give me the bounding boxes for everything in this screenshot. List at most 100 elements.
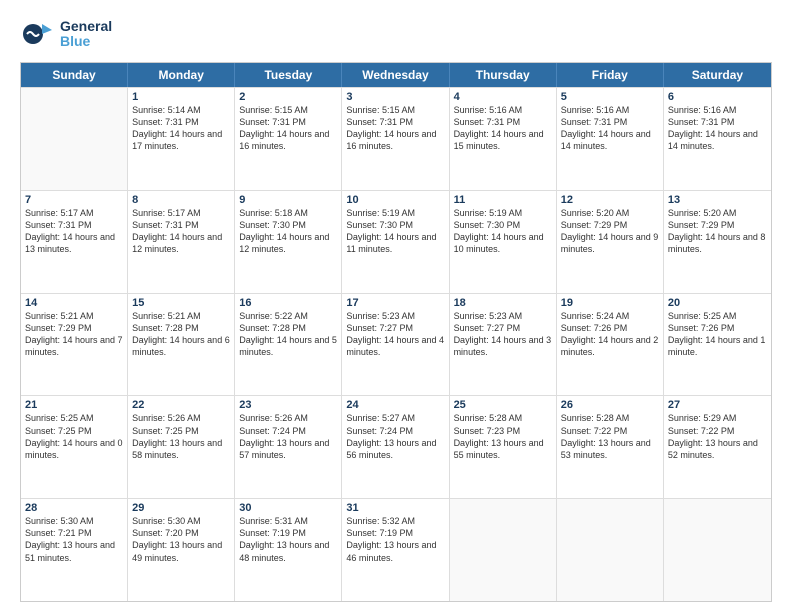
cal-cell: 23Sunrise: 5:26 AMSunset: 7:24 PMDayligh… — [235, 396, 342, 498]
cal-cell: 8Sunrise: 5:17 AMSunset: 7:31 PMDaylight… — [128, 191, 235, 293]
day-number: 23 — [239, 399, 337, 411]
cal-header-cell-friday: Friday — [557, 63, 664, 87]
day-number: 10 — [346, 194, 444, 206]
cal-cell: 6Sunrise: 5:16 AMSunset: 7:31 PMDaylight… — [664, 88, 771, 190]
header: GeneralBlue — [20, 16, 772, 52]
day-number: 2 — [239, 91, 337, 103]
cal-cell: 12Sunrise: 5:20 AMSunset: 7:29 PMDayligh… — [557, 191, 664, 293]
cal-week-4: 21Sunrise: 5:25 AMSunset: 7:25 PMDayligh… — [21, 395, 771, 498]
day-info: Sunrise: 5:16 AMSunset: 7:31 PMDaylight:… — [561, 104, 659, 153]
cal-cell: 5Sunrise: 5:16 AMSunset: 7:31 PMDaylight… — [557, 88, 664, 190]
day-number: 18 — [454, 297, 552, 309]
day-info: Sunrise: 5:20 AMSunset: 7:29 PMDaylight:… — [668, 207, 767, 256]
day-number: 24 — [346, 399, 444, 411]
day-number: 21 — [25, 399, 123, 411]
cal-cell: 28Sunrise: 5:30 AMSunset: 7:21 PMDayligh… — [21, 499, 128, 601]
cal-cell: 31Sunrise: 5:32 AMSunset: 7:19 PMDayligh… — [342, 499, 449, 601]
cal-cell — [21, 88, 128, 190]
calendar-header-row: SundayMondayTuesdayWednesdayThursdayFrid… — [21, 63, 771, 87]
cal-cell: 13Sunrise: 5:20 AMSunset: 7:29 PMDayligh… — [664, 191, 771, 293]
cal-cell: 17Sunrise: 5:23 AMSunset: 7:27 PMDayligh… — [342, 294, 449, 396]
day-info: Sunrise: 5:17 AMSunset: 7:31 PMDaylight:… — [25, 207, 123, 256]
cal-cell: 1Sunrise: 5:14 AMSunset: 7:31 PMDaylight… — [128, 88, 235, 190]
cal-cell: 7Sunrise: 5:17 AMSunset: 7:31 PMDaylight… — [21, 191, 128, 293]
cal-cell — [450, 499, 557, 601]
day-number: 17 — [346, 297, 444, 309]
day-number: 14 — [25, 297, 123, 309]
cal-cell: 18Sunrise: 5:23 AMSunset: 7:27 PMDayligh… — [450, 294, 557, 396]
cal-cell: 9Sunrise: 5:18 AMSunset: 7:30 PMDaylight… — [235, 191, 342, 293]
day-info: Sunrise: 5:26 AMSunset: 7:24 PMDaylight:… — [239, 412, 337, 461]
day-number: 25 — [454, 399, 552, 411]
day-info: Sunrise: 5:15 AMSunset: 7:31 PMDaylight:… — [346, 104, 444, 153]
day-number: 1 — [132, 91, 230, 103]
day-info: Sunrise: 5:23 AMSunset: 7:27 PMDaylight:… — [454, 310, 552, 359]
day-info: Sunrise: 5:29 AMSunset: 7:22 PMDaylight:… — [668, 412, 767, 461]
cal-header-cell-thursday: Thursday — [450, 63, 557, 87]
cal-cell: 19Sunrise: 5:24 AMSunset: 7:26 PMDayligh… — [557, 294, 664, 396]
logo-general: General — [60, 19, 112, 34]
cal-header-cell-monday: Monday — [128, 63, 235, 87]
day-info: Sunrise: 5:24 AMSunset: 7:26 PMDaylight:… — [561, 310, 659, 359]
cal-header-cell-saturday: Saturday — [664, 63, 771, 87]
cal-cell: 2Sunrise: 5:15 AMSunset: 7:31 PMDaylight… — [235, 88, 342, 190]
day-info: Sunrise: 5:19 AMSunset: 7:30 PMDaylight:… — [454, 207, 552, 256]
cal-cell — [664, 499, 771, 601]
day-number: 4 — [454, 91, 552, 103]
day-info: Sunrise: 5:17 AMSunset: 7:31 PMDaylight:… — [132, 207, 230, 256]
day-number: 12 — [561, 194, 659, 206]
day-number: 6 — [668, 91, 767, 103]
cal-week-3: 14Sunrise: 5:21 AMSunset: 7:29 PMDayligh… — [21, 293, 771, 396]
cal-cell: 15Sunrise: 5:21 AMSunset: 7:28 PMDayligh… — [128, 294, 235, 396]
day-info: Sunrise: 5:26 AMSunset: 7:25 PMDaylight:… — [132, 412, 230, 461]
day-info: Sunrise: 5:30 AMSunset: 7:20 PMDaylight:… — [132, 515, 230, 564]
cal-week-2: 7Sunrise: 5:17 AMSunset: 7:31 PMDaylight… — [21, 190, 771, 293]
day-info: Sunrise: 5:14 AMSunset: 7:31 PMDaylight:… — [132, 104, 230, 153]
cal-week-5: 28Sunrise: 5:30 AMSunset: 7:21 PMDayligh… — [21, 498, 771, 601]
day-number: 26 — [561, 399, 659, 411]
day-info: Sunrise: 5:25 AMSunset: 7:25 PMDaylight:… — [25, 412, 123, 461]
day-number: 3 — [346, 91, 444, 103]
cal-cell: 25Sunrise: 5:28 AMSunset: 7:23 PMDayligh… — [450, 396, 557, 498]
day-info: Sunrise: 5:20 AMSunset: 7:29 PMDaylight:… — [561, 207, 659, 256]
day-number: 16 — [239, 297, 337, 309]
day-info: Sunrise: 5:32 AMSunset: 7:19 PMDaylight:… — [346, 515, 444, 564]
day-number: 31 — [346, 502, 444, 514]
day-info: Sunrise: 5:21 AMSunset: 7:29 PMDaylight:… — [25, 310, 123, 359]
day-number: 28 — [25, 502, 123, 514]
cal-cell: 26Sunrise: 5:28 AMSunset: 7:22 PMDayligh… — [557, 396, 664, 498]
cal-cell — [557, 499, 664, 601]
day-number: 30 — [239, 502, 337, 514]
logo: GeneralBlue — [20, 16, 112, 52]
day-number: 29 — [132, 502, 230, 514]
cal-header-cell-tuesday: Tuesday — [235, 63, 342, 87]
cal-week-1: 1Sunrise: 5:14 AMSunset: 7:31 PMDaylight… — [21, 87, 771, 190]
logo-svg-icon — [20, 16, 56, 52]
cal-cell: 11Sunrise: 5:19 AMSunset: 7:30 PMDayligh… — [450, 191, 557, 293]
day-info: Sunrise: 5:25 AMSunset: 7:26 PMDaylight:… — [668, 310, 767, 359]
cal-cell: 20Sunrise: 5:25 AMSunset: 7:26 PMDayligh… — [664, 294, 771, 396]
calendar-body: 1Sunrise: 5:14 AMSunset: 7:31 PMDaylight… — [21, 87, 771, 601]
logo-blue: Blue — [60, 34, 112, 49]
day-number: 20 — [668, 297, 767, 309]
day-info: Sunrise: 5:23 AMSunset: 7:27 PMDaylight:… — [346, 310, 444, 359]
cal-cell: 29Sunrise: 5:30 AMSunset: 7:20 PMDayligh… — [128, 499, 235, 601]
cal-cell: 27Sunrise: 5:29 AMSunset: 7:22 PMDayligh… — [664, 396, 771, 498]
cal-cell: 30Sunrise: 5:31 AMSunset: 7:19 PMDayligh… — [235, 499, 342, 601]
cal-cell: 24Sunrise: 5:27 AMSunset: 7:24 PMDayligh… — [342, 396, 449, 498]
cal-header-cell-wednesday: Wednesday — [342, 63, 449, 87]
day-info: Sunrise: 5:18 AMSunset: 7:30 PMDaylight:… — [239, 207, 337, 256]
day-number: 22 — [132, 399, 230, 411]
day-number: 5 — [561, 91, 659, 103]
calendar: SundayMondayTuesdayWednesdayThursdayFrid… — [20, 62, 772, 602]
day-info: Sunrise: 5:27 AMSunset: 7:24 PMDaylight:… — [346, 412, 444, 461]
day-number: 8 — [132, 194, 230, 206]
day-number: 9 — [239, 194, 337, 206]
cal-cell: 3Sunrise: 5:15 AMSunset: 7:31 PMDaylight… — [342, 88, 449, 190]
day-info: Sunrise: 5:16 AMSunset: 7:31 PMDaylight:… — [454, 104, 552, 153]
day-info: Sunrise: 5:31 AMSunset: 7:19 PMDaylight:… — [239, 515, 337, 564]
cal-cell: 22Sunrise: 5:26 AMSunset: 7:25 PMDayligh… — [128, 396, 235, 498]
day-number: 19 — [561, 297, 659, 309]
day-info: Sunrise: 5:21 AMSunset: 7:28 PMDaylight:… — [132, 310, 230, 359]
day-info: Sunrise: 5:22 AMSunset: 7:28 PMDaylight:… — [239, 310, 337, 359]
